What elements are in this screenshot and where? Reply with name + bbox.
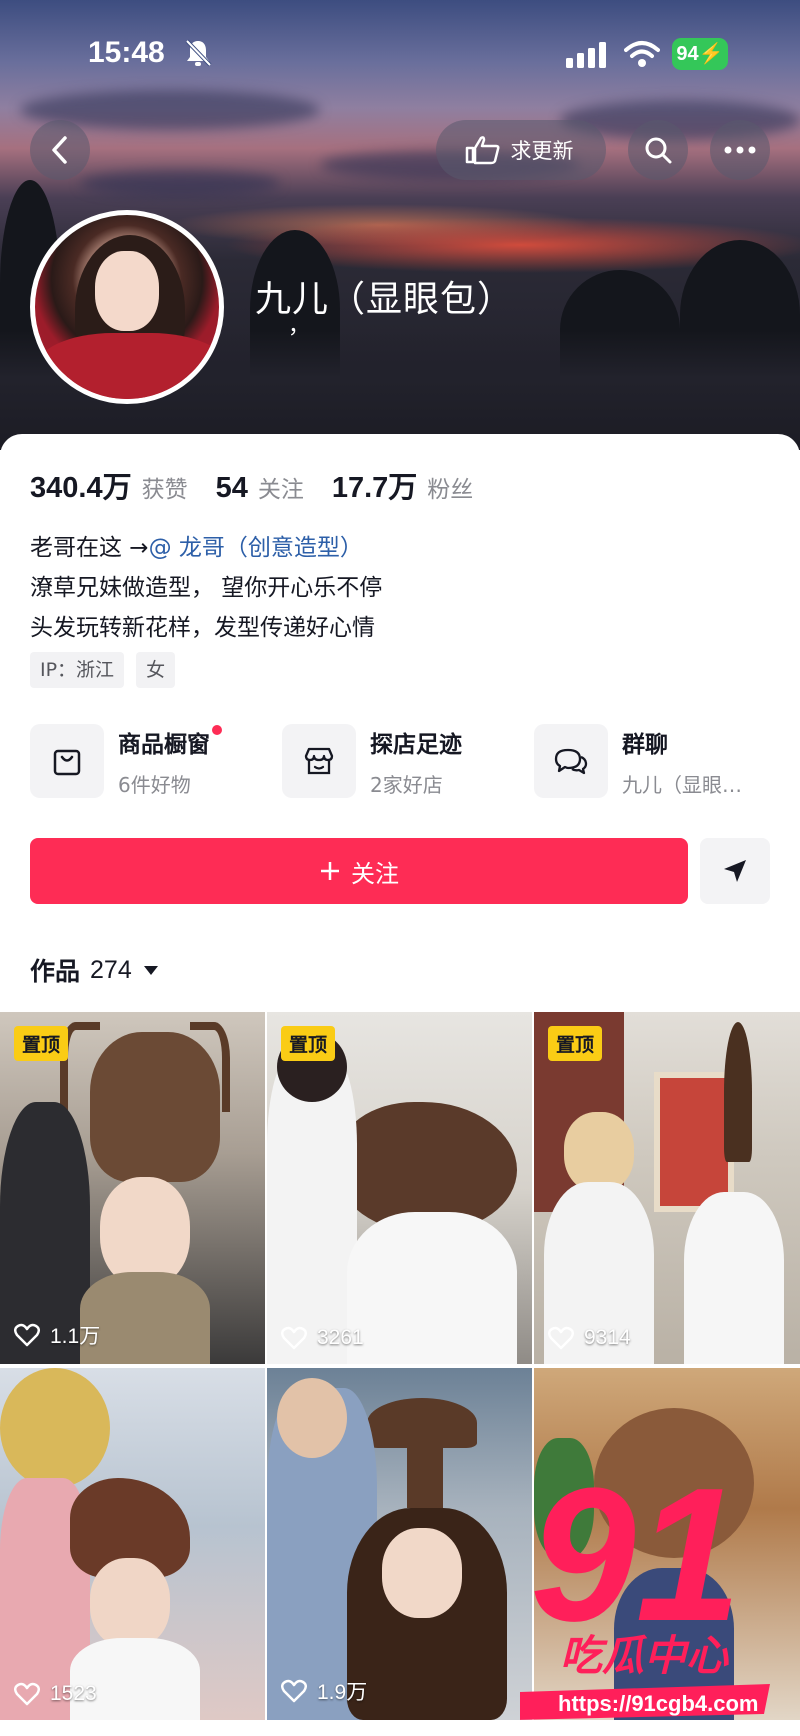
service-group-chat[interactable]: 群聊 九儿（显眼…	[534, 724, 770, 798]
nickname-subtext: ，	[288, 314, 311, 339]
follow-button[interactable]: 关注	[30, 838, 688, 904]
shopping-bag-icon	[30, 724, 104, 798]
video-thumbnail[interactable]: 置顶 3261	[267, 1012, 532, 1364]
pinned-badge: 置顶	[281, 1026, 336, 1061]
status-bar: 15:48 94⚡	[0, 30, 800, 80]
stat-followers-label: 粉丝	[427, 477, 474, 503]
heart-icon	[548, 1326, 574, 1350]
bell-muted-icon	[185, 39, 212, 67]
service-shop-subtitle: 6件好物	[118, 772, 191, 797]
bio-line-2: 潦草兄妹做造型， 望你开心乐不停	[30, 575, 383, 601]
storefront-icon	[282, 724, 356, 798]
profile-tags: IP：浙江 女	[30, 652, 176, 688]
video-likes: 3261	[281, 1326, 364, 1350]
heart-icon	[281, 1326, 307, 1350]
request-update-label: 求更新	[510, 139, 574, 163]
caret-down-icon	[143, 966, 158, 975]
video-thumbnail[interactable]: 置顶 9314	[534, 1012, 800, 1364]
service-store-visits[interactable]: 探店足迹 2家好店	[282, 724, 518, 798]
bio-mention-link[interactable]: @ 龙哥（创意造型）	[149, 535, 363, 561]
bio-line-3: 头发玩转新花样，发型传递好心情	[30, 615, 375, 641]
search-button[interactable]	[628, 120, 688, 180]
bio-prefix: 老哥在这 →	[30, 535, 149, 561]
svg-text:吃瓜中心: 吃瓜中心	[560, 1631, 729, 1680]
tag-ip-location: IP：浙江	[30, 652, 125, 688]
video-likes: 1.1万	[14, 1320, 100, 1350]
notification-dot	[212, 724, 222, 735]
service-store-title: 探店足迹	[370, 731, 462, 758]
pointing-hand-icon	[465, 136, 499, 165]
service-shop-title: 商品橱窗	[118, 731, 210, 758]
stat-likes-value: 340.4万	[30, 472, 132, 504]
video-thumbnail[interactable]: 置顶 1.1万	[0, 1012, 265, 1364]
video-likes: 1523	[14, 1682, 97, 1706]
video-likes-count: 1.1万	[50, 1325, 101, 1348]
works-label: 作品	[30, 957, 81, 986]
stat-following-label: 关注	[257, 477, 304, 503]
tag-gender: 女	[136, 652, 176, 688]
service-chat-title: 群聊	[622, 731, 668, 758]
stat-followers[interactable]: 17.7万 粉丝	[332, 464, 473, 506]
stat-followers-value: 17.7万	[331, 472, 418, 504]
heart-icon	[14, 1682, 40, 1706]
chevron-left-icon	[52, 136, 67, 164]
send-arrow-icon	[724, 860, 746, 882]
video-likes-count: 1523	[50, 1682, 97, 1705]
works-count: 274	[90, 955, 132, 984]
stat-likes: 340.4万 获赞	[30, 464, 188, 506]
battery-indicator: 94⚡	[672, 38, 728, 70]
follow-label: 关注	[351, 859, 399, 888]
service-store-subtitle: 2家好店	[370, 772, 443, 797]
search-icon	[645, 137, 672, 164]
video-likes-count: 1.9万	[317, 1681, 368, 1704]
video-likes-count: 9314	[584, 1326, 631, 1349]
plus-icon	[321, 862, 339, 880]
signal-icon	[566, 42, 606, 68]
bio: 老哥在这 →@ 龙哥（创意造型） 潦草兄妹做造型， 望你开心乐不停 头发玩转新花…	[30, 528, 382, 648]
heart-icon	[14, 1323, 40, 1347]
service-entries: 商品橱窗 6件好物 探店足迹 2家好店 群聊 九儿（显眼…	[30, 724, 770, 798]
more-button[interactable]	[710, 120, 770, 180]
wifi-icon	[624, 41, 660, 67]
svg-text:https://91cgb4.com: https://91cgb4.com	[558, 1691, 758, 1716]
watermark-logo: 91 吃瓜中心 https://91cgb4.com	[514, 1449, 780, 1720]
send-message-button[interactable]	[700, 838, 770, 904]
pinned-badge: 置顶	[14, 1026, 69, 1061]
video-thumbnail[interactable]: 1523	[0, 1368, 265, 1720]
status-time: 15:48	[88, 36, 165, 69]
back-button[interactable]	[30, 120, 90, 180]
video-likes-count: 3261	[317, 1326, 364, 1349]
chat-bubbles-icon	[534, 724, 608, 798]
video-likes: 9314	[548, 1326, 631, 1350]
video-thumbnail[interactable]: 1.9万	[267, 1368, 532, 1720]
bio-line-1: 老哥在这 →@ 龙哥（创意造型）	[30, 528, 382, 568]
more-dots-icon	[724, 146, 756, 154]
request-update-button[interactable]: 求更新	[436, 120, 606, 180]
stat-following[interactable]: 54 关注	[216, 470, 304, 505]
profile-stats: 340.4万 获赞 54 关注 17.7万 粉丝	[30, 464, 501, 506]
action-row: 关注	[30, 838, 770, 904]
works-tab[interactable]: 作品 274	[30, 952, 160, 988]
avatar[interactable]	[30, 210, 224, 404]
heart-icon	[281, 1679, 307, 1703]
stat-following-value: 54	[215, 472, 248, 504]
pinned-badge: 置顶	[548, 1026, 603, 1061]
stat-likes-label: 获赞	[141, 477, 188, 503]
service-shop-window[interactable]: 商品橱窗 6件好物	[30, 724, 266, 798]
service-chat-subtitle: 九儿（显眼…	[622, 772, 742, 797]
video-likes: 1.9万	[281, 1676, 367, 1706]
